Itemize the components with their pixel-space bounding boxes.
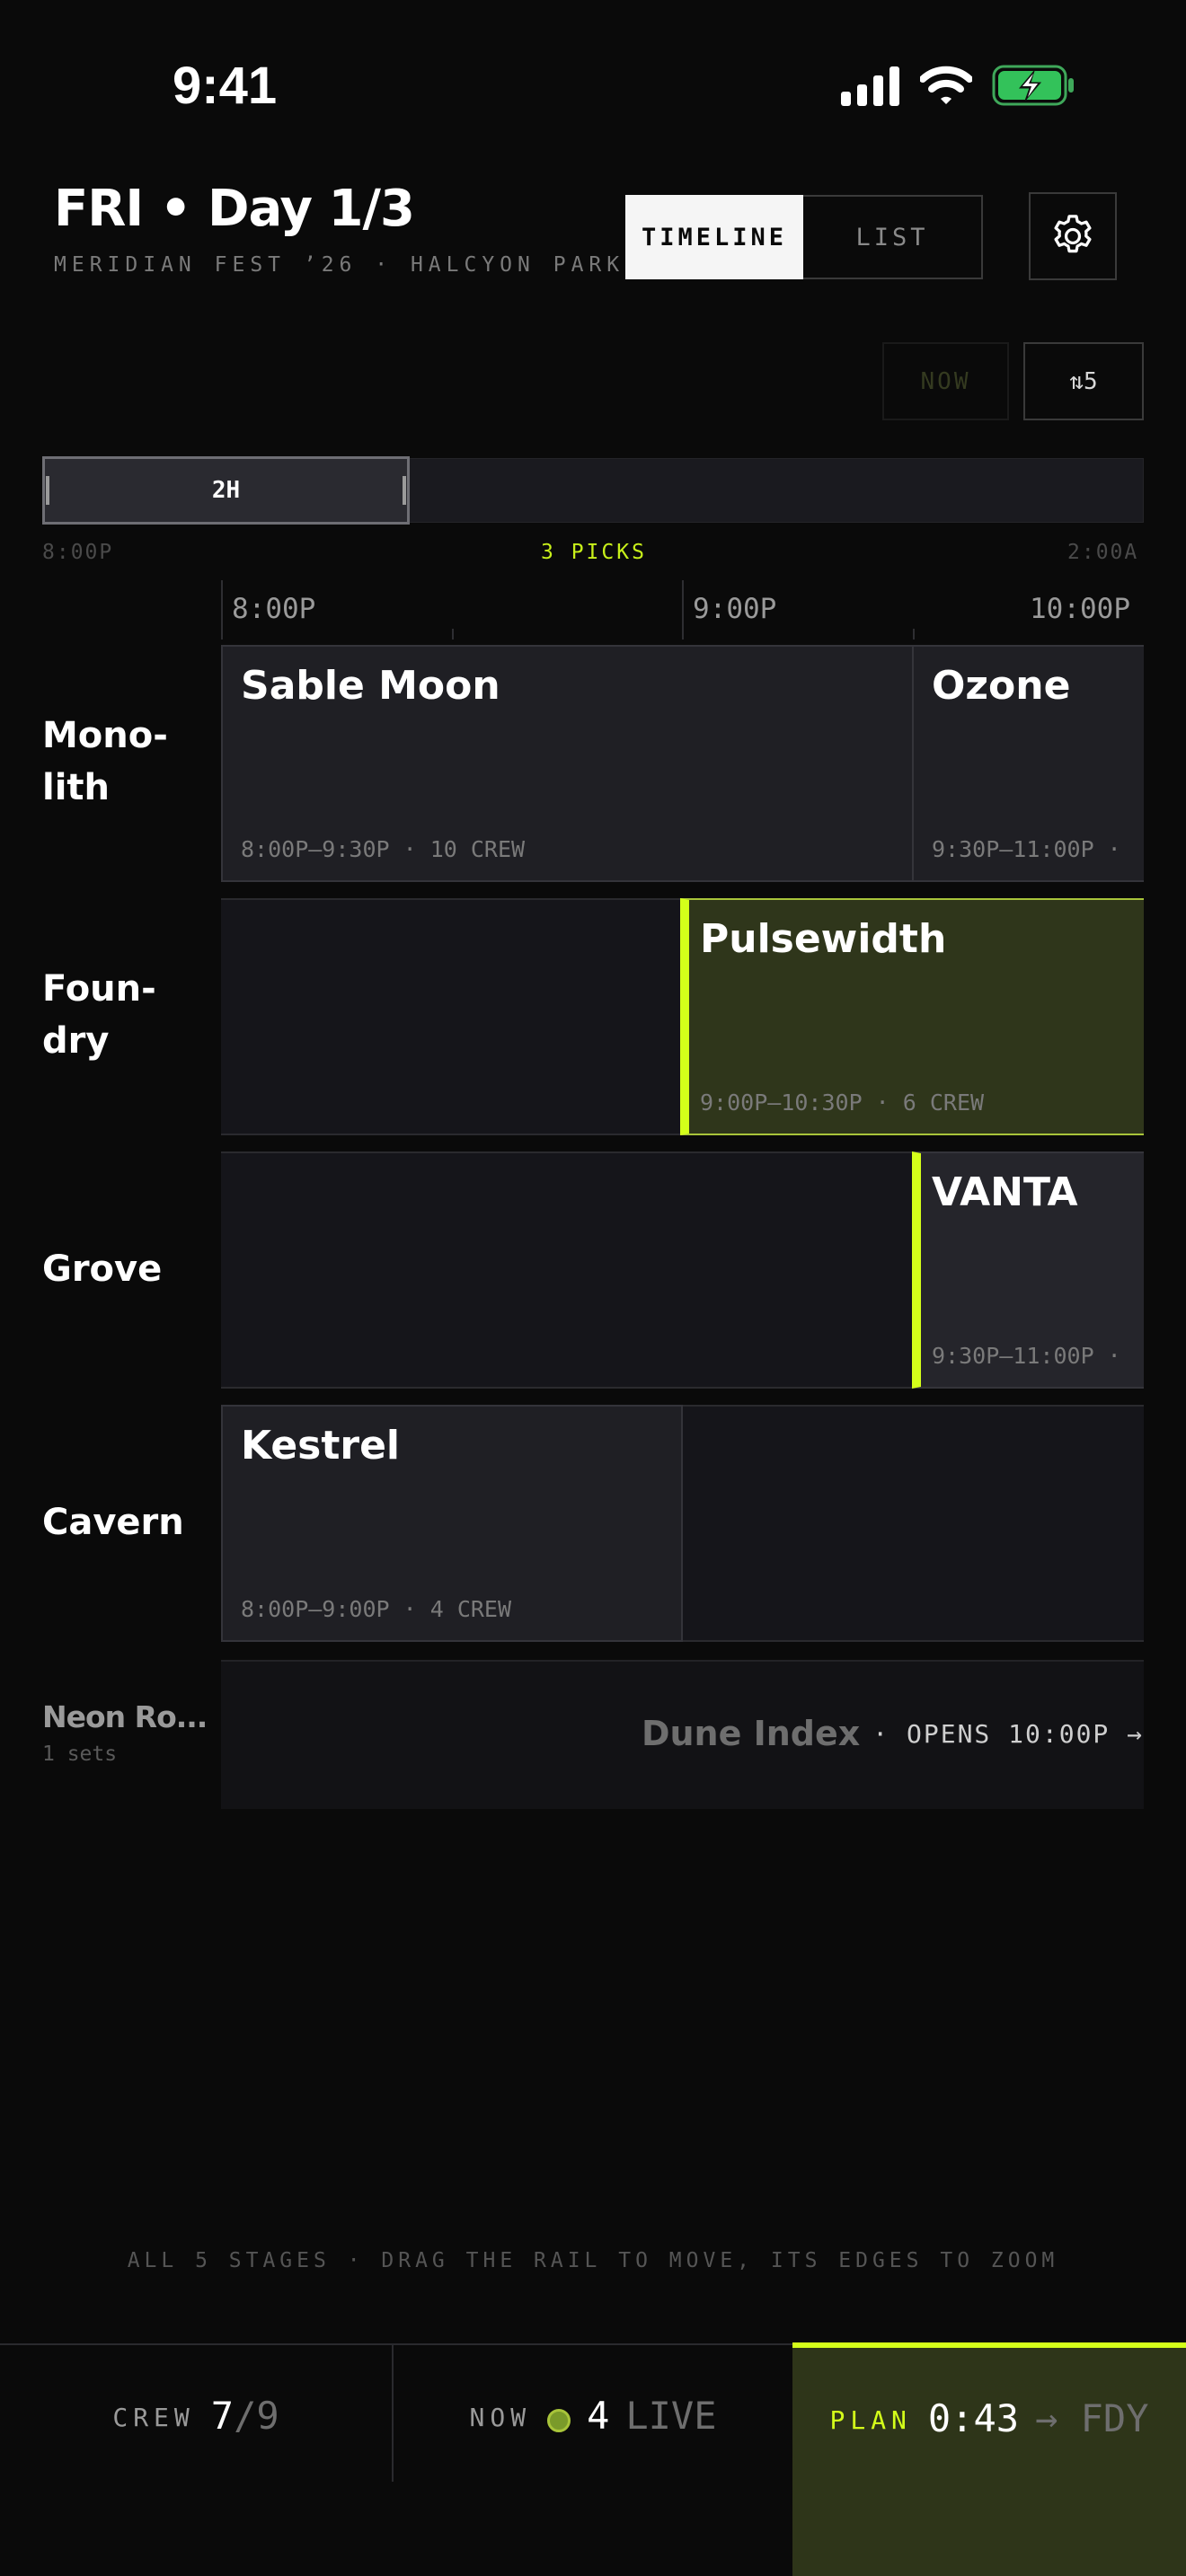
live-dot-icon <box>547 2409 571 2432</box>
set-meta: 9:30P–11:00P · <box>932 1343 1121 1369</box>
tab-plan[interactable]: PLAN 0:43 → FDY <box>792 2342 1186 2576</box>
axis-tick <box>221 580 223 640</box>
picks-count: 3 PICKS <box>541 541 647 564</box>
battery-charging-icon <box>992 65 1074 106</box>
jump-to-now-button[interactable]: NOW <box>882 342 1009 420</box>
gear-icon <box>1054 215 1092 253</box>
list-view-toggle[interactable]: LIST <box>803 195 983 279</box>
tab-crew-value: 7 <box>210 2394 235 2438</box>
page-subtitle: MERIDIAN FEST ’26 · HALCYON PARK <box>54 253 625 277</box>
usage-hint: ALL 5 STAGES · DRAG THE RAIL TO MOVE, IT… <box>127 2249 1059 2272</box>
tab-plan-label: PLAN <box>829 2405 912 2435</box>
set-card-pick[interactable]: VANTA 9:30P–11:00P · <box>912 1151 1144 1389</box>
rail-window[interactable]: 2H <box>42 456 410 525</box>
set-name: Sable Moon <box>241 663 500 709</box>
axis-tick <box>682 580 684 640</box>
set-meta: 9:00P–10:30P · 6 CREW <box>700 1090 985 1116</box>
stage-label-neon[interactable]: Neon Ro... <box>42 1699 208 1734</box>
tab-crew-label: CREW <box>112 2403 195 2432</box>
timeline-view-toggle[interactable]: TIMELINE <box>625 195 803 279</box>
stage-label-cavern[interactable]: Cavern <box>42 1496 184 1548</box>
upcoming-set[interactable]: Dune Index · OPENS 10:00P → <box>642 1714 1144 1753</box>
tab-now-value: 4 <box>587 2394 610 2438</box>
set-meta: 8:00P–9:00P · 4 CREW <box>241 1596 512 1622</box>
set-name: Kestrel <box>241 1423 401 1469</box>
tab-crew[interactable]: CREW 7/9 <box>0 2345 394 2482</box>
rail-window-label: 2H <box>211 477 241 504</box>
wifi-icon <box>920 66 972 104</box>
axis-tick <box>913 629 915 640</box>
rail-end-time: 2:00A <box>1067 541 1139 564</box>
stage-label-monolith[interactable]: Mono- lith <box>42 710 168 814</box>
rail-left-handle[interactable] <box>46 476 49 505</box>
rail-start-time: 8:00P <box>42 541 114 564</box>
set-card[interactable]: Kestrel 8:00P–9:00P · 4 CREW <box>221 1405 683 1642</box>
page-title: FRI • Day 1/3 <box>54 180 415 238</box>
stage-label-foundry[interactable]: Foun- dry <box>42 963 156 1067</box>
tab-crew-total: /9 <box>234 2394 279 2438</box>
set-meta: 9:30P–11:00P · <box>932 836 1121 862</box>
set-name: Ozone <box>932 663 1071 709</box>
axis-tick <box>452 629 454 640</box>
stage-label-grove[interactable]: Grove <box>42 1243 162 1295</box>
status-time: 9:41 <box>173 57 278 115</box>
set-card[interactable]: Sable Moon 8:00P–9:30P · 10 CREW <box>221 645 914 882</box>
rail-right-handle[interactable] <box>403 476 406 505</box>
axis-label: 10:00P <box>1030 593 1130 625</box>
tab-plan-suffix: → FDY <box>1035 2396 1149 2440</box>
tab-now[interactable]: NOW 4 LIVE <box>395 2345 791 2576</box>
axis-label: 8:00P <box>232 593 316 625</box>
set-name: Pulsewidth <box>700 916 947 962</box>
tab-now-suffix: LIVE <box>625 2394 717 2438</box>
set-name: VANTA <box>932 1169 1078 1215</box>
sort-button[interactable]: ⇅5 <box>1023 342 1144 420</box>
tab-now-label: NOW <box>469 2403 532 2432</box>
settings-button[interactable] <box>1029 192 1117 280</box>
axis-label: 9:00P <box>693 593 777 625</box>
stage-sets-count: 1 sets <box>42 1742 118 1766</box>
set-meta: 8:00P–9:30P · 10 CREW <box>241 836 526 862</box>
upcoming-set-opens: · OPENS 10:00P → <box>872 1718 1144 1749</box>
set-card-pick[interactable]: Pulsewidth 9:00P–10:30P · 6 CREW <box>680 898 1144 1135</box>
upcoming-set-name: Dune Index <box>641 1714 861 1753</box>
tab-plan-value: 0:43 <box>927 2396 1020 2440</box>
cellular-signal-icon <box>841 66 899 106</box>
set-card[interactable]: Ozone 9:30P–11:00P · <box>912 645 1144 882</box>
